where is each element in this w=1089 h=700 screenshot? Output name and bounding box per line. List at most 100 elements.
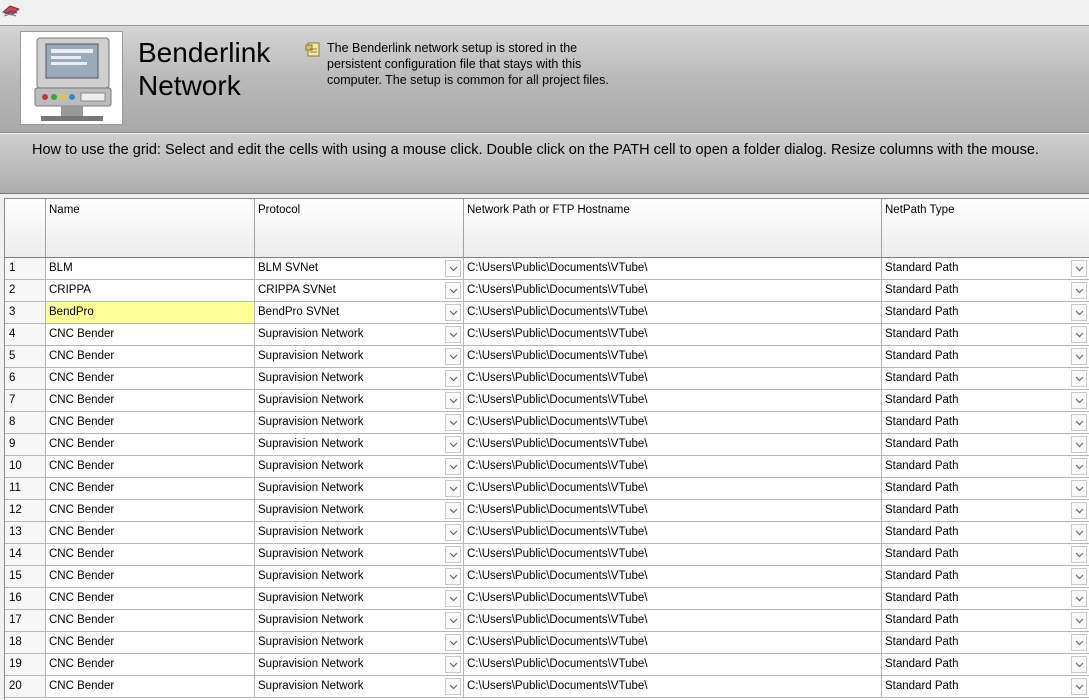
netpath-type-cell[interactable]: Standard Path <box>882 258 1089 280</box>
protocol-cell[interactable]: Supravision Network <box>255 544 464 566</box>
netpath-type-dropdown-button[interactable] <box>1071 634 1087 651</box>
table-row[interactable]: 17 CNC Bender Supravision Network C:\Users\… <box>5 610 1089 632</box>
netpath-type-dropdown-button[interactable] <box>1071 348 1087 365</box>
netpath-type-dropdown-button[interactable] <box>1071 458 1087 475</box>
table-row[interactable]: 2 CRIPPA CRIPPA SVNet C:\Users\Public\Docum… <box>5 280 1089 302</box>
protocol-dropdown-button[interactable] <box>445 546 461 563</box>
protocol-dropdown-button[interactable] <box>445 634 461 651</box>
table-row[interactable]: 11 CNC Bender Supravision Network C:\Users\… <box>5 478 1089 500</box>
netpath-type-dropdown-button[interactable] <box>1071 480 1087 497</box>
netpath-type-cell[interactable]: Standard Path <box>882 676 1089 698</box>
protocol-dropdown-button[interactable] <box>445 590 461 607</box>
path-cell[interactable]: C:\Users\Public\Documents\VTube\ <box>464 654 882 676</box>
netpath-type-cell[interactable]: Standard Path <box>882 566 1089 588</box>
protocol-cell[interactable]: BLM SVNet <box>255 258 464 280</box>
column-header-name[interactable]: Name <box>46 199 255 258</box>
netpath-type-dropdown-button[interactable] <box>1071 568 1087 585</box>
protocol-cell[interactable]: Supravision Network <box>255 610 464 632</box>
protocol-cell[interactable]: Supravision Network <box>255 390 464 412</box>
path-cell[interactable]: C:\Users\Public\Documents\VTube\ <box>464 258 882 280</box>
table-row[interactable]: 9 CNC Bender Supravision Network C:\Users\P… <box>5 434 1089 456</box>
name-cell[interactable]: CRIPPA <box>46 280 255 302</box>
protocol-cell[interactable]: Supravision Network <box>255 346 464 368</box>
table-row[interactable]: 20 CNC Bender Supravision Network C:\Users\… <box>5 676 1089 698</box>
protocol-dropdown-button[interactable] <box>445 524 461 541</box>
protocol-dropdown-button[interactable] <box>445 436 461 453</box>
protocol-cell[interactable]: CRIPPA SVNet <box>255 280 464 302</box>
table-row[interactable]: 10 CNC Bender Supravision Network C:\Users\… <box>5 456 1089 478</box>
name-cell[interactable]: CNC Bender <box>46 544 255 566</box>
path-cell[interactable]: C:\Users\Public\Documents\VTube\ <box>464 368 882 390</box>
netpath-type-dropdown-button[interactable] <box>1071 304 1087 321</box>
row-number[interactable]: 18 <box>5 632 46 654</box>
name-cell[interactable]: CNC Bender <box>46 478 255 500</box>
path-cell[interactable]: C:\Users\Public\Documents\VTube\ <box>464 544 882 566</box>
netpath-type-dropdown-button[interactable] <box>1071 524 1087 541</box>
protocol-dropdown-button[interactable] <box>445 480 461 497</box>
protocol-cell[interactable]: Supravision Network <box>255 412 464 434</box>
protocol-cell[interactable]: Supravision Network <box>255 654 464 676</box>
protocol-dropdown-button[interactable] <box>445 568 461 585</box>
protocol-dropdown-button[interactable] <box>445 326 461 343</box>
protocol-cell[interactable]: Supravision Network <box>255 434 464 456</box>
path-cell[interactable]: C:\Users\Public\Documents\VTube\ <box>464 676 882 698</box>
netpath-type-cell[interactable]: Standard Path <box>882 478 1089 500</box>
netpath-type-dropdown-button[interactable] <box>1071 546 1087 563</box>
table-row[interactable]: 19 CNC Bender Supravision Network C:\Users\… <box>5 654 1089 676</box>
protocol-dropdown-button[interactable] <box>445 282 461 299</box>
name-cell[interactable]: CNC Bender <box>46 676 255 698</box>
row-number[interactable]: 4 <box>5 324 46 346</box>
path-cell[interactable]: C:\Users\Public\Documents\VTube\ <box>464 346 882 368</box>
name-cell[interactable]: CNC Bender <box>46 566 255 588</box>
path-cell[interactable]: C:\Users\Public\Documents\VTube\ <box>464 566 882 588</box>
column-header-protocol[interactable]: Protocol <box>255 199 464 258</box>
netpath-type-dropdown-button[interactable] <box>1071 392 1087 409</box>
name-cell[interactable]: CNC Bender <box>46 654 255 676</box>
netpath-type-cell[interactable]: Standard Path <box>882 610 1089 632</box>
table-row[interactable]: 12 CNC Bender Supravision Network C:\Users\… <box>5 500 1089 522</box>
protocol-dropdown-button[interactable] <box>445 370 461 387</box>
netpath-type-dropdown-button[interactable] <box>1071 590 1087 607</box>
netpath-type-dropdown-button[interactable] <box>1071 436 1087 453</box>
row-number[interactable]: 9 <box>5 434 46 456</box>
row-number[interactable]: 17 <box>5 610 46 632</box>
netpath-type-dropdown-button[interactable] <box>1071 370 1087 387</box>
row-number[interactable]: 20 <box>5 676 46 698</box>
row-number[interactable]: 15 <box>5 566 46 588</box>
table-row[interactable]: 13 CNC Bender Supravision Network C:\Users\… <box>5 522 1089 544</box>
app-icon[interactable] <box>2 3 20 19</box>
path-cell[interactable]: C:\Users\Public\Documents\VTube\ <box>464 500 882 522</box>
path-cell[interactable]: C:\Users\Public\Documents\VTube\ <box>464 610 882 632</box>
name-cell[interactable]: CNC Bender <box>46 346 255 368</box>
netpath-type-cell[interactable]: Standard Path <box>882 302 1089 324</box>
name-cell[interactable]: CNC Bender <box>46 500 255 522</box>
netpath-type-cell[interactable]: Standard Path <box>882 544 1089 566</box>
netpath-type-cell[interactable]: Standard Path <box>882 280 1089 302</box>
protocol-cell[interactable]: Supravision Network <box>255 566 464 588</box>
name-cell[interactable]: CNC Bender <box>46 390 255 412</box>
table-row[interactable]: 1 BLM BLM SVNet C:\Users\Public\Documents\V… <box>5 258 1089 280</box>
row-number[interactable]: 10 <box>5 456 46 478</box>
row-number[interactable]: 11 <box>5 478 46 500</box>
row-number[interactable]: 19 <box>5 654 46 676</box>
row-number[interactable]: 2 <box>5 280 46 302</box>
netpath-type-cell[interactable]: Standard Path <box>882 434 1089 456</box>
table-row[interactable]: 6 CNC Bender Supravision Network C:\Users\P… <box>5 368 1089 390</box>
network-grid[interactable]: Name Protocol Network Path or FTP Hostna… <box>4 198 1089 700</box>
protocol-cell[interactable]: Supravision Network <box>255 324 464 346</box>
netpath-type-cell[interactable]: Standard Path <box>882 632 1089 654</box>
protocol-cell[interactable]: Supravision Network <box>255 368 464 390</box>
path-cell[interactable]: C:\Users\Public\Documents\VTube\ <box>464 412 882 434</box>
table-row[interactable]: 16 CNC Bender Supravision Network C:\Users\… <box>5 588 1089 610</box>
table-row[interactable]: 18 CNC Bender Supravision Network C:\Users\… <box>5 632 1089 654</box>
row-number[interactable]: 16 <box>5 588 46 610</box>
protocol-dropdown-button[interactable] <box>445 502 461 519</box>
protocol-cell[interactable]: Supravision Network <box>255 632 464 654</box>
protocol-dropdown-button[interactable] <box>445 392 461 409</box>
name-cell[interactable]: CNC Bender <box>46 456 255 478</box>
netpath-type-cell[interactable]: Standard Path <box>882 588 1089 610</box>
table-row[interactable]: 8 CNC Bender Supravision Network C:\Users\P… <box>5 412 1089 434</box>
protocol-dropdown-button[interactable] <box>445 458 461 475</box>
name-cell[interactable]: CNC Bender <box>46 434 255 456</box>
netpath-type-dropdown-button[interactable] <box>1071 678 1087 695</box>
